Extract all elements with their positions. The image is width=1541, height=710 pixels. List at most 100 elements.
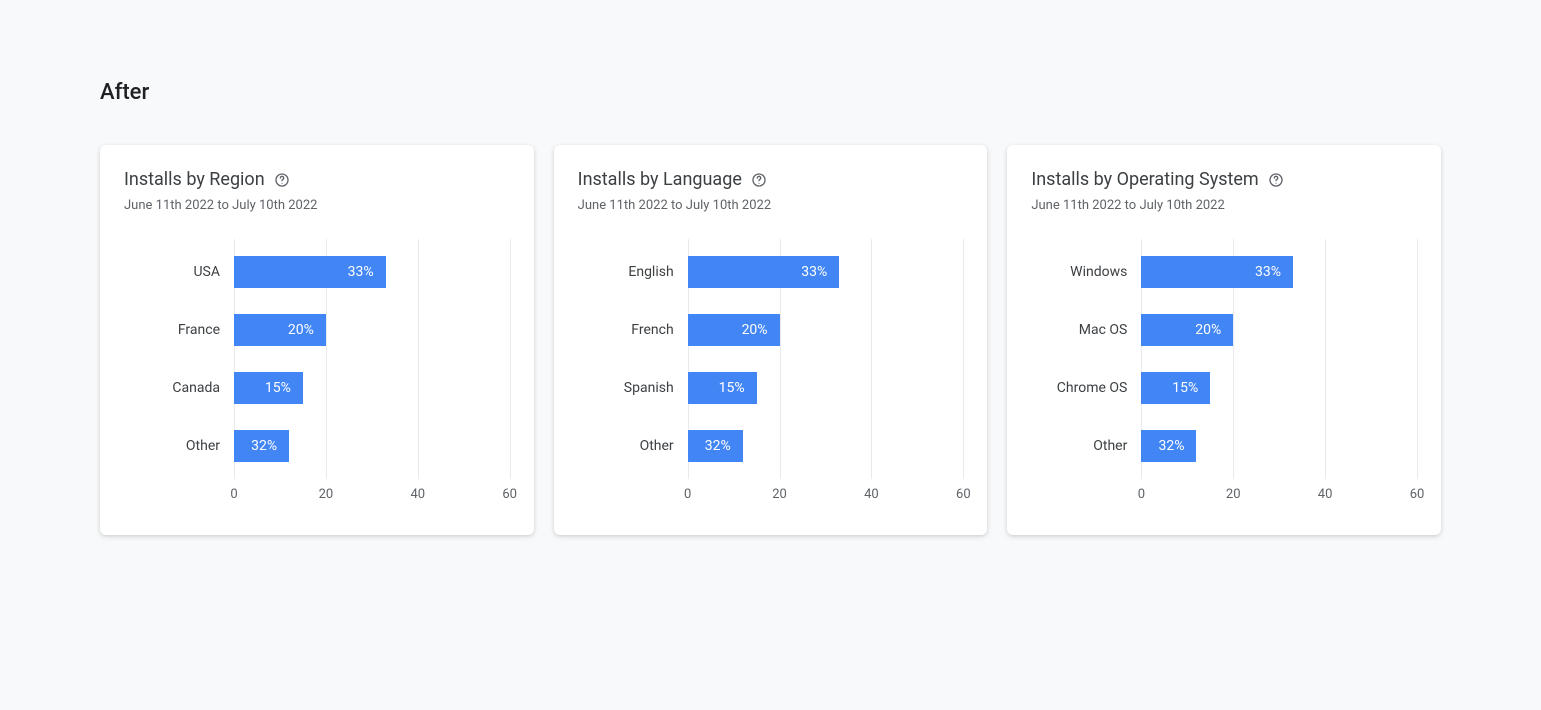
bar-value-label: 20% xyxy=(1195,322,1221,338)
bar-row: Canada 15% xyxy=(124,359,510,417)
bar-label: France xyxy=(124,322,234,338)
bar-value-label: 20% xyxy=(288,322,314,338)
bar-value-label: 20% xyxy=(742,322,768,338)
bar-track: 32% xyxy=(1141,430,1417,462)
bar-row: Other 32% xyxy=(1031,417,1417,475)
bar-track: 15% xyxy=(688,372,964,404)
bars-region: USA 33% France 20% Canada 15% xyxy=(124,243,510,475)
axis-ticks: 0 20 40 60 xyxy=(688,487,964,507)
bar-label: English xyxy=(578,264,688,280)
axis-tick: 40 xyxy=(864,487,879,502)
bar-fill: 33% xyxy=(1141,256,1293,288)
bar-row: Other 32% xyxy=(124,417,510,475)
bar-row: Chrome OS 15% xyxy=(1031,359,1417,417)
bar-value-label: 33% xyxy=(801,264,827,280)
chart-area: Windows 33% Mac OS 20% Chrome OS 15% xyxy=(1031,243,1417,507)
bar-row: English 33% xyxy=(578,243,964,301)
axis-tick: 20 xyxy=(1226,487,1241,502)
axis-tick: 60 xyxy=(1410,487,1425,502)
bar-track: 20% xyxy=(1141,314,1417,346)
axis-tick: 40 xyxy=(1318,487,1333,502)
gridline xyxy=(1417,239,1418,479)
card-title: Installs by Language xyxy=(578,169,742,190)
axis-tick: 60 xyxy=(502,487,517,502)
chart-area: English 33% French 20% Spanish 15% xyxy=(578,243,964,507)
bar-label: Other xyxy=(124,438,234,454)
bar-row: Mac OS 20% xyxy=(1031,301,1417,359)
bar-fill: 15% xyxy=(688,372,757,404)
bar-track: 32% xyxy=(688,430,964,462)
axis-ticks: 0 20 40 60 xyxy=(234,487,510,507)
bar-fill: 20% xyxy=(234,314,326,346)
card-title: Installs by Operating System xyxy=(1031,169,1258,190)
page-title: After xyxy=(100,80,1441,105)
bar-label: Canada xyxy=(124,380,234,396)
bar-row: Windows 33% xyxy=(1031,243,1417,301)
axis-tick: 40 xyxy=(410,487,425,502)
bar-value-label: 15% xyxy=(1172,380,1198,396)
gridline xyxy=(510,239,511,479)
card-title: Installs by Region xyxy=(124,169,265,190)
bars-region: English 33% French 20% Spanish 15% xyxy=(578,243,964,475)
bar-fill: 15% xyxy=(234,372,303,404)
bar-fill: 32% xyxy=(234,430,289,462)
bar-track: 32% xyxy=(234,430,510,462)
help-icon[interactable] xyxy=(1267,171,1285,189)
bar-fill: 20% xyxy=(1141,314,1233,346)
cards-container: Installs by Region June 11th 2022 to Jul… xyxy=(100,145,1441,535)
bar-fill: 33% xyxy=(234,256,386,288)
bar-row: French 20% xyxy=(578,301,964,359)
bar-track: 20% xyxy=(688,314,964,346)
bar-row: France 20% xyxy=(124,301,510,359)
axis-tick: 20 xyxy=(772,487,787,502)
bar-value-label: 32% xyxy=(251,438,277,454)
bar-value-label: 33% xyxy=(1255,264,1281,280)
bar-value-label: 32% xyxy=(705,438,731,454)
bar-value-label: 15% xyxy=(265,380,291,396)
bar-row: Other 32% xyxy=(578,417,964,475)
bar-label: Spanish xyxy=(578,380,688,396)
bar-track: 33% xyxy=(688,256,964,288)
bar-track: 20% xyxy=(234,314,510,346)
bar-track: 33% xyxy=(1141,256,1417,288)
bar-value-label: 15% xyxy=(719,380,745,396)
card-subtitle: June 11th 2022 to July 10th 2022 xyxy=(578,198,964,213)
bar-label: Chrome OS xyxy=(1031,380,1141,396)
x-axis: 0 20 40 60 xyxy=(124,487,510,507)
chart-area: USA 33% France 20% Canada 15% xyxy=(124,243,510,507)
card-header: Installs by Region xyxy=(124,169,510,190)
bar-label: French xyxy=(578,322,688,338)
bar-fill: 32% xyxy=(1141,430,1196,462)
card-header: Installs by Operating System xyxy=(1031,169,1417,190)
card-header: Installs by Language xyxy=(578,169,964,190)
bar-fill: 32% xyxy=(688,430,743,462)
bar-row: Spanish 15% xyxy=(578,359,964,417)
axis-tick: 20 xyxy=(319,487,334,502)
bar-label: Mac OS xyxy=(1031,322,1141,338)
axis-tick: 60 xyxy=(956,487,971,502)
bar-label: Other xyxy=(578,438,688,454)
bar-track: 15% xyxy=(234,372,510,404)
gridline xyxy=(963,239,964,479)
card-installs-by-operating-system: Installs by Operating System June 11th 2… xyxy=(1007,145,1441,535)
bar-row: USA 33% xyxy=(124,243,510,301)
bar-track: 33% xyxy=(234,256,510,288)
bar-label: Other xyxy=(1031,438,1141,454)
bar-fill: 33% xyxy=(688,256,840,288)
help-icon[interactable] xyxy=(750,171,768,189)
axis-tick: 0 xyxy=(1138,487,1145,502)
card-installs-by-region: Installs by Region June 11th 2022 to Jul… xyxy=(100,145,534,535)
bar-fill: 15% xyxy=(1141,372,1210,404)
bar-label: USA xyxy=(124,264,234,280)
bar-value-label: 32% xyxy=(1158,438,1184,454)
help-icon[interactable] xyxy=(273,171,291,189)
x-axis: 0 20 40 60 xyxy=(578,487,964,507)
axis-ticks: 0 20 40 60 xyxy=(1141,487,1417,507)
bars-region: Windows 33% Mac OS 20% Chrome OS 15% xyxy=(1031,243,1417,475)
bar-label: Windows xyxy=(1031,264,1141,280)
bar-value-label: 33% xyxy=(348,264,374,280)
axis-tick: 0 xyxy=(230,487,237,502)
card-subtitle: June 11th 2022 to July 10th 2022 xyxy=(1031,198,1417,213)
bar-track: 15% xyxy=(1141,372,1417,404)
x-axis: 0 20 40 60 xyxy=(1031,487,1417,507)
